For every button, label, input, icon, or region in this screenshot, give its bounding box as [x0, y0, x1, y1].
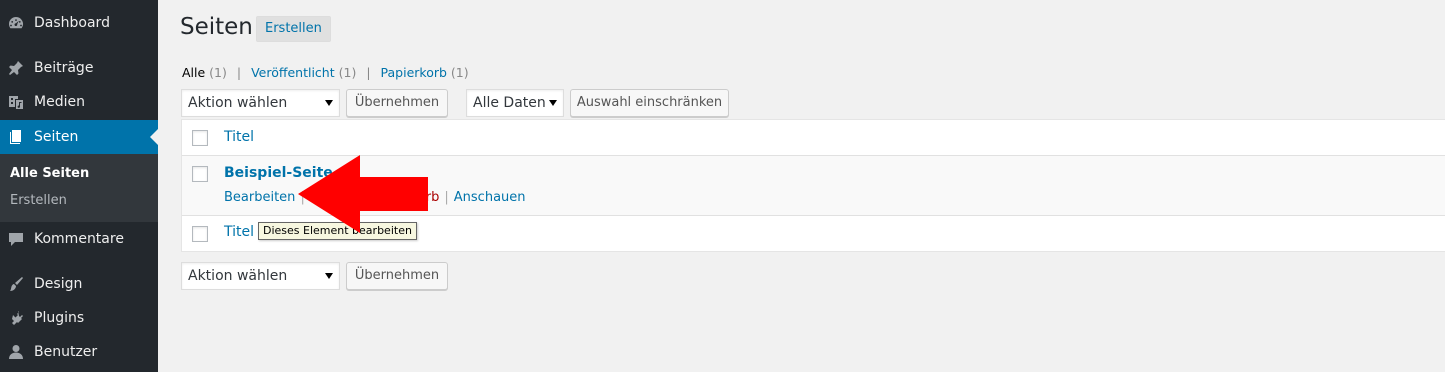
filter-published-link[interactable]: Veröffentlicht: [251, 65, 335, 80]
plugin-icon: [8, 310, 24, 326]
date-filter-value: Alle Daten: [473, 95, 546, 111]
filter-trash-link[interactable]: Papierkorb: [381, 65, 447, 80]
menu-label: Design: [34, 276, 83, 292]
page-title: Seiten: [180, 14, 253, 40]
menu-label: Dashboard: [34, 15, 110, 31]
menu-label: Medien: [34, 94, 85, 110]
select-all-checkbox-footer[interactable]: [192, 226, 208, 242]
edit-link[interactable]: Bearbeiten: [224, 190, 295, 205]
pages-icon: [8, 129, 24, 145]
admin-sidebar: Dashboard Beiträge Medien Seiten Alle Se…: [0, 0, 158, 372]
submenu-item-erstellen[interactable]: Erstellen: [10, 193, 67, 208]
menu-label: Seiten: [34, 129, 79, 145]
bulk-action-select-bottom[interactable]: Aktion wählen: [181, 262, 340, 290]
add-new-button[interactable]: Erstellen: [256, 16, 331, 42]
view-link[interactable]: Anschauen: [454, 190, 526, 205]
apply-button-bottom[interactable]: Übernehmen: [346, 262, 448, 290]
bulk-action-value: Aktion wählen: [188, 268, 288, 284]
menu-item-beitraege[interactable]: Beiträge: [0, 51, 158, 85]
menu-item-design[interactable]: Design: [0, 267, 158, 301]
separator: |: [444, 190, 449, 205]
column-title-sort[interactable]: Titel: [224, 129, 254, 145]
menu-label: Beiträge: [34, 60, 94, 76]
filter-button[interactable]: Auswahl einschränken: [570, 89, 729, 117]
column-title-sort-footer[interactable]: Titel: [224, 224, 254, 240]
media-icon: [8, 94, 24, 110]
chevron-down-icon: [325, 273, 333, 279]
select-all-checkbox[interactable]: [192, 130, 208, 146]
filter-published-count: (1): [338, 65, 357, 80]
dashboard-icon: [8, 15, 24, 31]
menu-item-dashboard[interactable]: Dashboard: [0, 6, 158, 40]
bulk-action-select-top[interactable]: Aktion wählen: [181, 89, 340, 117]
menu-item-medien[interactable]: Medien: [0, 85, 158, 119]
row-checkbox[interactable]: [192, 166, 208, 182]
filter-all-link[interactable]: Alle: [182, 65, 205, 80]
date-filter-select[interactable]: Alle Daten: [466, 89, 564, 117]
status-filter-links: Alle (1) | Veröffentlicht (1) | Papierko…: [182, 65, 469, 80]
user-icon: [8, 344, 24, 360]
separator: |: [236, 65, 242, 80]
chevron-down-icon: [325, 100, 333, 106]
filter-trash-count: (1): [450, 65, 469, 80]
red-arrow-annotation: [298, 155, 428, 233]
table-header: Titel: [182, 120, 1445, 156]
apply-button-top[interactable]: Übernehmen: [346, 89, 448, 117]
filter-all-count: (1): [209, 65, 227, 80]
separator: |: [366, 65, 371, 80]
menu-item-kommentare[interactable]: Kommentare: [0, 222, 158, 256]
menu-item-plugins[interactable]: Plugins: [0, 301, 158, 335]
current-menu-arrow: [150, 129, 158, 145]
paintbrush-icon: [8, 276, 24, 292]
comment-icon: [8, 231, 24, 247]
submenu-item-alle-seiten[interactable]: Alle Seiten: [10, 166, 89, 181]
chevron-down-icon: [549, 100, 557, 106]
menu-item-seiten[interactable]: Seiten: [0, 120, 158, 154]
pin-icon: [8, 60, 24, 76]
menu-item-benutzer[interactable]: Benutzer: [0, 335, 158, 369]
menu-label: Benutzer: [34, 344, 98, 360]
menu-label: Kommentare: [34, 231, 124, 247]
submenu: Alle Seiten Erstellen: [0, 154, 158, 222]
bulk-action-value: Aktion wählen: [188, 95, 288, 111]
menu-label: Plugins: [34, 310, 85, 326]
